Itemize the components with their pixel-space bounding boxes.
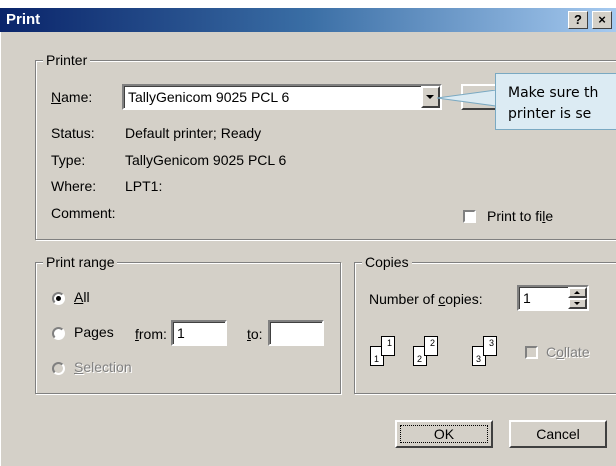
printer-name-select[interactable]: TallyGenicom 9025 PCL 6 [122,84,442,110]
collate-page: 2 [424,336,438,356]
cancel-button[interactable]: Cancel [509,420,607,448]
type-label: Type: [51,152,86,168]
pages-radio[interactable] [52,327,65,340]
callout-line-2: printer is se [508,106,592,122]
dialog-title: Print [6,11,41,28]
where-label: Where: [51,178,97,194]
printer-name-value: TallyGenicom 9025 PCL 6 [128,89,290,105]
name-label: Name: [51,89,93,105]
number-of-copies-label: Number of copies: [369,291,483,307]
comment-label: Comment: [51,205,116,221]
collate-checkbox[interactable] [525,346,538,359]
type-value: TallyGenicom 9025 PCL 6 [125,152,287,168]
selection-radio[interactable] [52,362,65,375]
help-button[interactable]: ? [568,11,588,29]
ok-button[interactable]: OK [395,420,493,448]
print-to-file-label[interactable]: Print to file [487,208,553,224]
chevron-down-icon [426,95,434,99]
close-icon: × [598,12,606,27]
pages-radio-label[interactable]: Pages [74,324,114,340]
status-label: Status: [51,125,95,141]
help-icon: ? [574,12,582,27]
selection-radio-label[interactable]: Selection [74,359,132,375]
print-range-group-label: Print range [43,254,118,270]
copies-spin-up[interactable] [568,287,587,298]
from-input[interactable]: 1 [171,320,227,346]
collate-label[interactable]: Collate [546,344,590,360]
chevron-down-icon [574,302,580,305]
collate-page: 3 [483,336,497,356]
callout-tip: Make sure th printer is se [495,73,616,130]
where-value: LPT1: [125,178,163,194]
callout-line-1: Make sure th [508,85,599,101]
callout-pointer [437,90,497,107]
printer-group-label: Printer [43,52,91,68]
print-to-file-checkbox[interactable] [463,210,476,223]
copies-group [354,262,616,394]
status-value: Default printer; Ready [125,125,262,141]
all-radio-label[interactable]: All [74,289,90,305]
chevron-up-icon [574,291,580,294]
to-input[interactable] [268,320,324,346]
collate-page: 1 [381,336,395,356]
title-bar: Print [0,8,616,32]
copies-group-label: Copies [362,254,412,270]
to-label: to: [247,326,263,342]
copies-spin-down[interactable] [568,298,587,309]
close-button[interactable]: × [592,11,612,29]
from-label: from: [135,326,167,342]
all-radio[interactable] [52,292,65,305]
